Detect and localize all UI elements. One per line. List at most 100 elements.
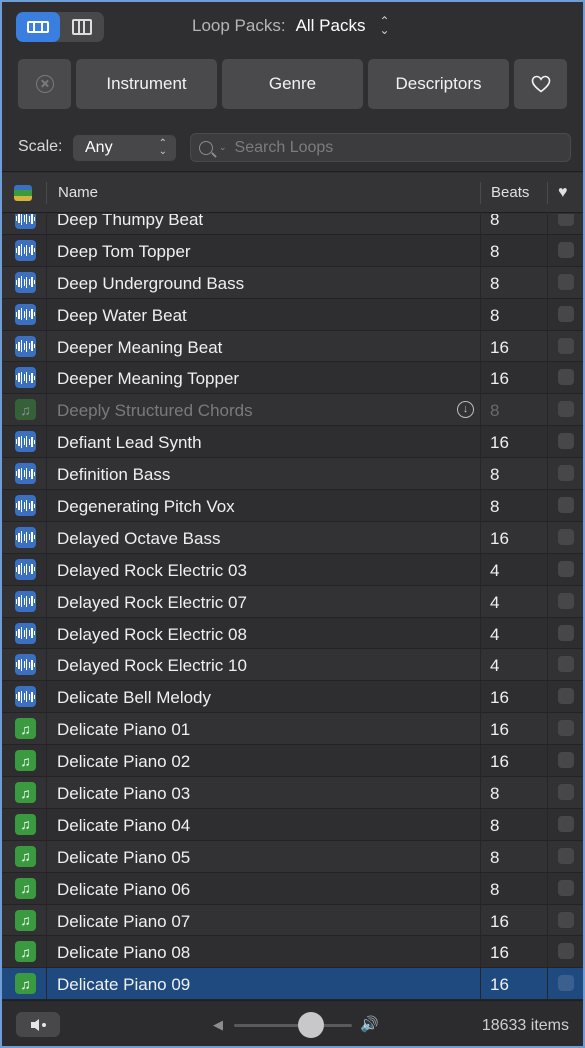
loop-packs-value[interactable]: All Packs — [296, 16, 366, 36]
instrument-button[interactable]: Instrument — [76, 59, 217, 109]
loop-beats: 16 — [490, 975, 509, 995]
favorite-checkbox[interactable] — [558, 943, 574, 960]
column-divider — [547, 904, 548, 936]
table-row[interactable]: Delayed Rock Electric 07 4 — [2, 585, 583, 618]
table-row[interactable]: ♫ Delicate Piano 01 16 — [2, 713, 583, 746]
loop-name: Delayed Rock Electric 08 — [57, 624, 247, 644]
favorite-checkbox[interactable] — [558, 337, 574, 354]
table-row[interactable]: Deep Underground Bass 8 — [2, 266, 583, 299]
table-row[interactable]: ♫ Delicate Piano 05 8 — [2, 840, 583, 873]
table-row[interactable]: Definition Bass 8 — [2, 458, 583, 491]
table-row[interactable]: ♫ Delicate Piano 09 16 — [2, 968, 583, 1000]
table-row[interactable]: Degenerating Pitch Vox 8 — [2, 490, 583, 522]
table-row[interactable]: Deep Tom Topper 8 — [2, 234, 583, 267]
table-row[interactable]: ♫ Delicate Piano 06 8 — [2, 872, 583, 905]
favorite-checkbox[interactable] — [558, 975, 574, 992]
scale-search-row: Scale: Any ⌃ ⌄ ⌄ — [2, 122, 583, 172]
favorites-button[interactable] — [514, 59, 567, 109]
search-field[interactable]: ⌄ — [190, 133, 571, 162]
loop-beats: 16 — [490, 943, 509, 963]
audio-loop-icon — [15, 590, 36, 612]
chevron-down-icon[interactable]: ⌄ — [219, 142, 227, 153]
column-divider — [46, 214, 47, 234]
download-icon[interactable]: ↓ — [457, 401, 474, 419]
favorite-checkbox[interactable] — [558, 656, 574, 673]
loop-beats: 8 — [490, 305, 500, 325]
favorite-checkbox[interactable] — [558, 241, 574, 258]
table-row[interactable]: Deep Thumpy Beat 8 — [2, 214, 583, 235]
favorite-checkbox[interactable] — [558, 528, 574, 545]
table-row[interactable]: ♫ Delicate Piano 08 16 — [2, 936, 583, 969]
loop-beats: 4 — [490, 560, 500, 580]
chevron-updown-icon: ⌃ ⌄ — [158, 138, 167, 157]
column-divider — [547, 458, 548, 490]
favorite-checkbox[interactable] — [558, 214, 574, 226]
list-view-button[interactable] — [16, 12, 60, 42]
favorite-checkbox[interactable] — [558, 497, 574, 514]
loop-beats: 16 — [490, 433, 509, 453]
favorite-checkbox[interactable] — [558, 847, 574, 864]
loop-name: Delicate Piano 04 — [57, 815, 191, 835]
genre-button[interactable]: Genre — [222, 59, 363, 109]
beats-column-header[interactable]: Beats — [491, 184, 529, 201]
table-row[interactable]: Defiant Lead Synth 16 — [2, 426, 583, 459]
column-divider — [46, 394, 47, 426]
favorite-checkbox[interactable] — [558, 273, 574, 290]
table-row[interactable]: ♫ Delicate Piano 07 16 — [2, 904, 583, 937]
preview-speaker-button[interactable] — [16, 1012, 60, 1037]
loop-beats: 16 — [490, 752, 509, 772]
table-row[interactable]: Delayed Rock Electric 08 4 — [2, 617, 583, 650]
column-view-button[interactable] — [60, 12, 104, 42]
loop-name: Degenerating Pitch Vox — [57, 497, 235, 517]
loop-packs-label: Loop Packs: — [192, 16, 286, 35]
loop-name: Delicate Piano 03 — [57, 784, 191, 804]
column-divider — [46, 266, 47, 298]
table-row[interactable]: Deep Water Beat 8 — [2, 298, 583, 331]
favorite-checkbox[interactable] — [558, 911, 574, 928]
table-row[interactable]: Delayed Octave Bass 16 — [2, 521, 583, 554]
loop-type-icon[interactable] — [14, 185, 32, 201]
table-row[interactable]: ♫ Deeply Structured Chords ↓ 8 — [2, 394, 583, 427]
favorite-checkbox[interactable] — [558, 720, 574, 737]
loop-packs-selector[interactable]: Loop Packs: All Packs ⌃ ⌄ — [192, 15, 390, 36]
favorite-checkbox[interactable] — [558, 592, 574, 609]
table-row[interactable]: Deeper Meaning Beat 16 — [2, 330, 583, 363]
favorite-checkbox[interactable] — [558, 624, 574, 641]
favorite-checkbox[interactable] — [558, 688, 574, 705]
loop-name: Deep Thumpy Beat — [57, 214, 204, 229]
favorite-checkbox[interactable] — [558, 465, 574, 482]
favorite-checkbox[interactable] — [558, 369, 574, 386]
volume-slider-knob[interactable] — [297, 1012, 324, 1038]
column-divider — [547, 298, 548, 330]
loop-name: Definition Bass — [57, 465, 171, 485]
audio-loop-icon — [15, 558, 36, 580]
table-row[interactable]: ♫ Delicate Piano 03 8 — [2, 777, 583, 809]
favorite-checkbox[interactable] — [558, 784, 574, 801]
table-row[interactable]: Delicate Bell Melody 16 — [2, 681, 583, 714]
table-row[interactable]: Delayed Rock Electric 10 4 — [2, 649, 583, 682]
volume-slider[interactable] — [234, 1024, 352, 1027]
loop-list[interactable]: Deep Thumpy Beat 8 Deep Tom Topper 8 Deep Un… — [2, 214, 583, 1000]
column-divider — [46, 745, 47, 777]
favorite-checkbox[interactable] — [558, 879, 574, 896]
favorite-checkbox[interactable] — [558, 433, 574, 450]
search-input[interactable] — [234, 138, 535, 157]
column-divider — [46, 777, 47, 808]
reset-filters-button[interactable] — [18, 59, 71, 109]
descriptors-button[interactable]: Descriptors — [368, 59, 509, 109]
loop-list-content: Deep Thumpy Beat 8 Deep Tom Topper 8 Deep Un… — [2, 214, 583, 1000]
table-row[interactable]: ♫ Delicate Piano 04 8 — [2, 808, 583, 841]
favorite-checkbox[interactable] — [558, 560, 574, 577]
table-row[interactable]: Deeper Meaning Topper 16 — [2, 362, 583, 395]
favorite-checkbox[interactable] — [558, 401, 574, 418]
column-divider — [480, 681, 481, 713]
favorite-checkbox[interactable] — [558, 815, 574, 832]
favorite-checkbox[interactable] — [558, 752, 574, 769]
table-row[interactable]: ♫ Delicate Piano 02 16 — [2, 745, 583, 778]
name-column-header[interactable]: Name — [58, 184, 98, 201]
favorite-checkbox[interactable] — [558, 305, 574, 322]
column-divider — [480, 617, 481, 649]
scale-select[interactable]: Any ⌃ ⌄ — [73, 135, 176, 161]
heart-icon[interactable]: ♥ — [558, 184, 568, 202]
table-row[interactable]: Delayed Rock Electric 03 4 — [2, 553, 583, 586]
